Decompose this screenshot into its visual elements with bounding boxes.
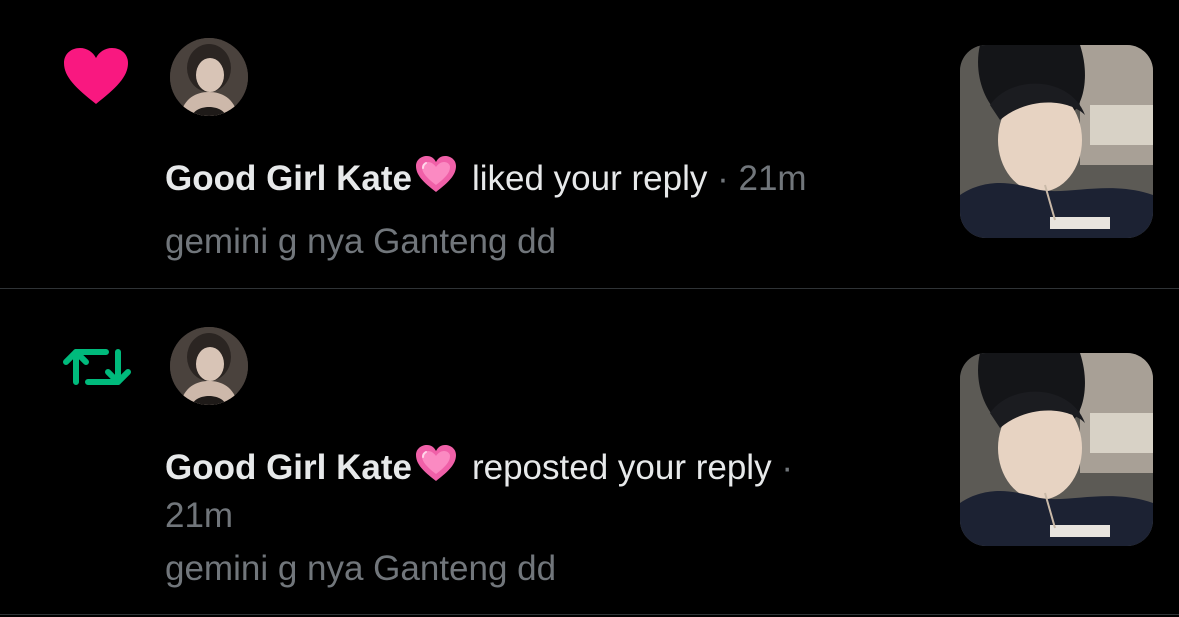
separator-dot: · (781, 448, 793, 487)
actor-name[interactable]: Good Girl Kate (165, 159, 412, 198)
reply-preview-text[interactable]: gemini g nya Ganteng dd (165, 218, 556, 266)
reply-preview-text[interactable]: gemini g nya Ganteng dd (165, 545, 556, 593)
action-text: liked your reply (471, 159, 708, 198)
notifications-feed: Good Girl Kate liked your reply · 21m ge… (0, 0, 1179, 617)
notification-item-repost[interactable]: Good Girl Kate reposted your reply · 21m … (0, 289, 1179, 614)
timestamp: 21m (738, 159, 807, 198)
media-thumbnail[interactable] (960, 353, 1153, 546)
notification-text: Good Girl Kate reposted your reply · 21m (165, 443, 905, 540)
pink-heart-emoji (415, 156, 456, 192)
avatar[interactable] (170, 327, 248, 405)
notification-item-like[interactable]: Good Girl Kate liked your reply · 21m ge… (0, 0, 1179, 288)
actor-name[interactable]: Good Girl Kate (165, 448, 412, 487)
action-text: reposted your reply (471, 448, 772, 487)
avatar[interactable] (170, 38, 248, 116)
divider (0, 614, 1179, 615)
repost-icon (63, 349, 131, 385)
pink-heart-emoji (415, 445, 456, 481)
separator-dot: · (717, 159, 729, 198)
timestamp: 21m (165, 496, 234, 535)
media-thumbnail[interactable] (960, 45, 1153, 238)
notification-text: Good Girl Kate liked your reply · 21m (165, 154, 807, 203)
heart-icon (64, 48, 128, 104)
